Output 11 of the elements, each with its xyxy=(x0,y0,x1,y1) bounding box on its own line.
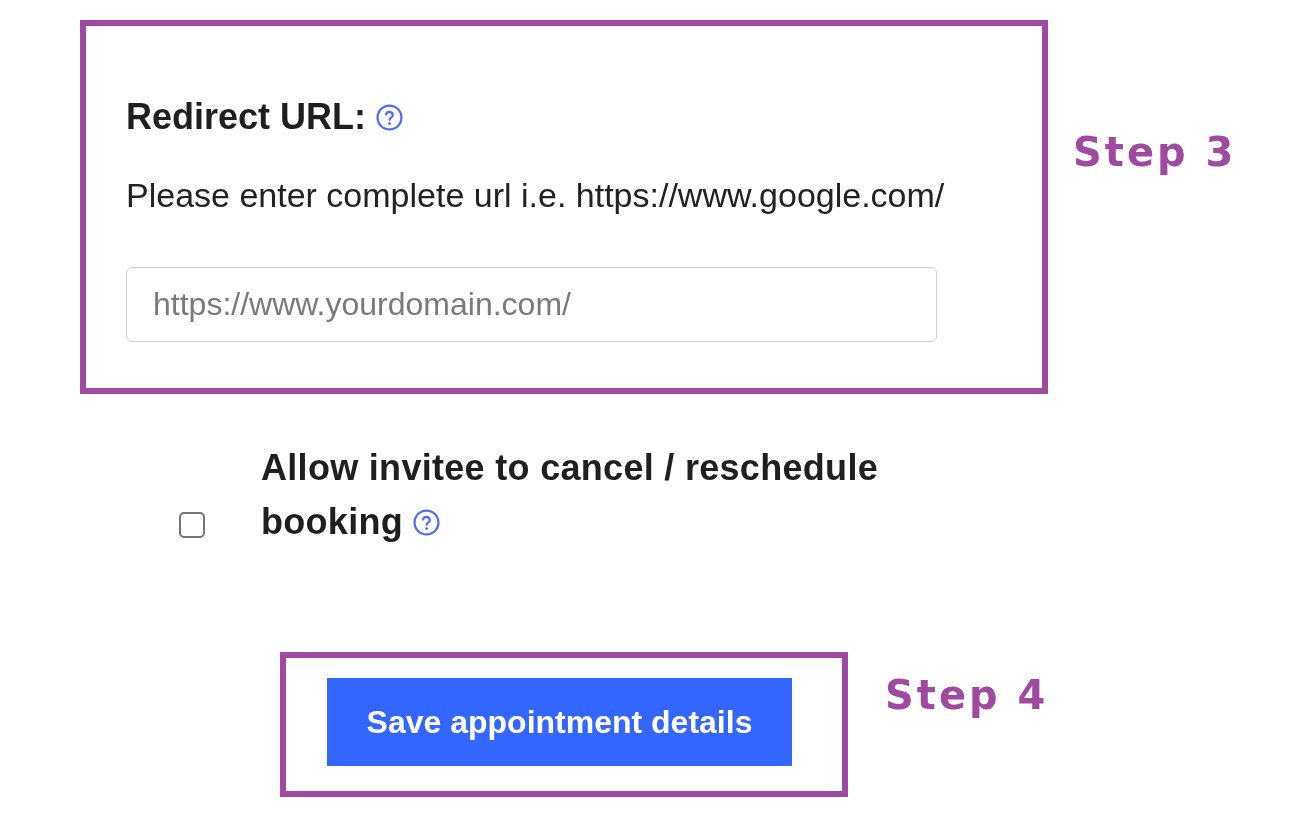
checkbox-label: Allow invitee to cancel / reschedule xyxy=(261,446,878,490)
checkbox[interactable] xyxy=(179,512,205,538)
help-icon[interactable] xyxy=(376,103,404,131)
step-label: Step 4 xyxy=(885,671,1049,719)
url-input[interactable]: https://www.yourdomain.com/ xyxy=(126,267,937,342)
save-button[interactable]: Save appointment details xyxy=(327,678,792,766)
field-hint: Please enter complete url i.e. https://www.google.com/ xyxy=(126,175,945,215)
help-icon[interactable] xyxy=(413,508,441,536)
step-label: Step 3 xyxy=(1073,128,1237,176)
field-label: Redirect URL: xyxy=(126,95,367,139)
checkbox-label: booking xyxy=(261,500,404,544)
